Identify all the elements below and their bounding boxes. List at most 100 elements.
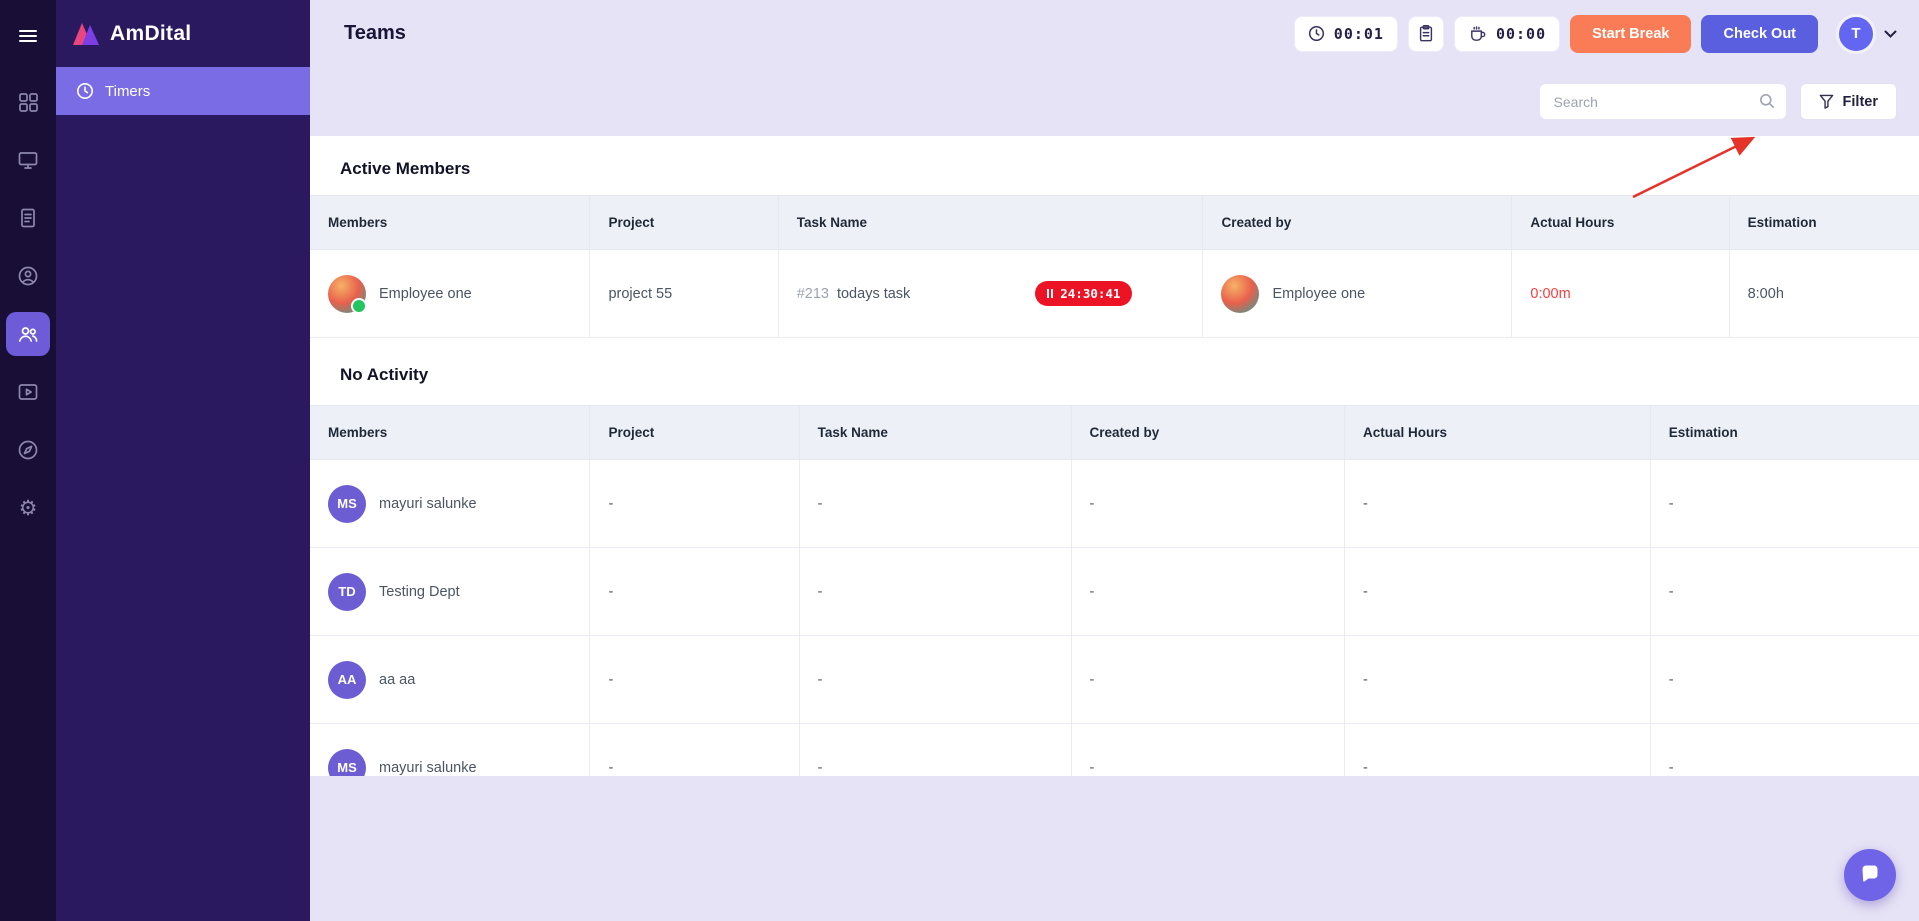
cell-actual-hours: - [1345, 636, 1651, 724]
col-actual-hours: Actual Hours [1345, 406, 1651, 460]
running-timer-badge[interactable]: 24:30:41 [1035, 281, 1132, 306]
brand-logo[interactable]: AmDital [56, 0, 310, 67]
chat-widget-button[interactable] [1844, 849, 1896, 901]
break-timer-value: 00:00 [1496, 25, 1546, 43]
contact-icon[interactable] [6, 254, 50, 298]
cell-member: AA aa aa [310, 636, 590, 724]
cell-member: Employee one [310, 250, 590, 338]
sidebar-item-timers[interactable]: Timers [56, 67, 310, 115]
table-row: MS mayuri salunke - - - - - [310, 460, 1919, 548]
member-avatar: AA [328, 661, 366, 699]
compass-icon[interactable] [6, 428, 50, 472]
member-avatar: TD [328, 573, 366, 611]
cell-project: - [590, 636, 799, 724]
cell-actual-hours: 0:00m [1512, 250, 1729, 338]
settings-gear-icon[interactable]: ⚙ [6, 486, 50, 530]
table-row: AA aa aa - - - - - [310, 636, 1919, 724]
search-icon [1759, 93, 1775, 109]
search-input[interactable] [1540, 84, 1786, 119]
table-header-row: Members Project Task Name Created by Act… [310, 196, 1919, 250]
dashboard-grid-icon[interactable] [6, 80, 50, 124]
running-timer-value: 24:30:41 [1060, 286, 1120, 301]
cell-member: MS mayuri salunke [310, 724, 590, 777]
screen-video-icon[interactable] [6, 370, 50, 414]
timesheet-icon[interactable] [1408, 16, 1444, 52]
content-area: Active Members Members Project Task Name… [310, 136, 1919, 921]
document-icon[interactable] [6, 196, 50, 240]
col-task-name: Task Name [799, 406, 1071, 460]
chat-bubble-icon [1858, 863, 1882, 887]
member-name: Testing Dept [379, 584, 460, 600]
cell-task: - [799, 636, 1071, 724]
col-project: Project [590, 406, 799, 460]
monitor-icon[interactable] [6, 138, 50, 182]
chevron-down-icon [1884, 30, 1897, 38]
gear-glyph: ⚙ [19, 498, 38, 519]
teams-people-icon[interactable] [6, 312, 50, 356]
cell-project: - [590, 548, 799, 636]
col-created-by: Created by [1203, 196, 1512, 250]
work-timer-value: 00:01 [1334, 25, 1384, 43]
icon-rail: ⚙ [0, 0, 56, 921]
section-title-no-activity: No Activity [310, 338, 1919, 405]
filter-button[interactable]: Filter [1800, 83, 1897, 120]
cell-estimation: 8:00h [1729, 250, 1919, 338]
check-out-button[interactable]: Check Out [1701, 15, 1818, 53]
col-estimation: Estimation [1650, 406, 1919, 460]
cell-member: TD Testing Dept [310, 548, 590, 636]
cell-task: - [799, 460, 1071, 548]
hamburger-menu-icon[interactable] [6, 14, 50, 58]
col-actual-hours: Actual Hours [1512, 196, 1729, 250]
cell-actual-hours: - [1345, 460, 1651, 548]
task-name: todays task [837, 286, 910, 302]
avatar: T [1836, 14, 1876, 54]
cell-estimation: - [1650, 548, 1919, 636]
col-members: Members [310, 406, 590, 460]
member-avatar: MS [328, 749, 366, 777]
col-members: Members [310, 196, 590, 250]
break-timer-chip: 00:00 [1454, 16, 1560, 52]
start-break-button[interactable]: Start Break [1570, 15, 1691, 53]
pause-icon [1047, 289, 1053, 298]
cell-project: project 55 [590, 250, 778, 338]
cell-task: - [799, 724, 1071, 777]
app-root: ⚙ AmDital Timers Teams 0 [0, 0, 1919, 921]
table-row: MS mayuri salunke - - - - - [310, 724, 1919, 777]
creator-name: Employee one [1272, 286, 1365, 302]
user-menu[interactable]: T [1836, 14, 1897, 54]
cell-created-by: Employee one [1203, 250, 1512, 338]
creator-avatar [1221, 275, 1259, 313]
cell-estimation: - [1650, 636, 1919, 724]
section-title-active-members: Active Members [310, 136, 1919, 195]
toolbar: Filter [310, 67, 1919, 136]
clock-icon [1308, 25, 1325, 42]
main-area: Teams 00:01 00:00 Start Break [310, 0, 1919, 921]
task-id: #213 [797, 286, 829, 302]
tables-panel: Active Members Members Project Task Name… [310, 136, 1919, 776]
sidebar-item-label: Timers [105, 83, 150, 100]
cell-created-by: - [1071, 460, 1345, 548]
cell-actual-hours: - [1345, 548, 1651, 636]
sidebar: AmDital Timers [56, 0, 310, 921]
cell-created-by: - [1071, 548, 1345, 636]
page-title: Teams [344, 22, 406, 45]
cell-created-by: - [1071, 636, 1345, 724]
member-name: Employee one [379, 286, 472, 302]
coffee-cup-icon [1468, 24, 1487, 43]
clock-icon [76, 82, 94, 100]
cell-estimation: - [1650, 724, 1919, 777]
cell-actual-hours: - [1345, 724, 1651, 777]
cell-member: MS mayuri salunke [310, 460, 590, 548]
member-name: aa aa [379, 672, 415, 688]
no-activity-table: Members Project Task Name Created by Act… [310, 405, 1919, 776]
search-box [1540, 84, 1786, 119]
col-task-name: Task Name [778, 196, 1203, 250]
filter-label: Filter [1843, 94, 1878, 110]
cell-project: - [590, 460, 799, 548]
active-members-table: Members Project Task Name Created by Act… [310, 195, 1919, 338]
header-controls: 00:01 00:00 Start Break Check Out T [1294, 14, 1897, 54]
cell-project: - [590, 724, 799, 777]
amdital-logo-icon [72, 21, 100, 46]
top-header: Teams 00:01 00:00 Start Break [310, 0, 1919, 67]
col-project: Project [590, 196, 778, 250]
